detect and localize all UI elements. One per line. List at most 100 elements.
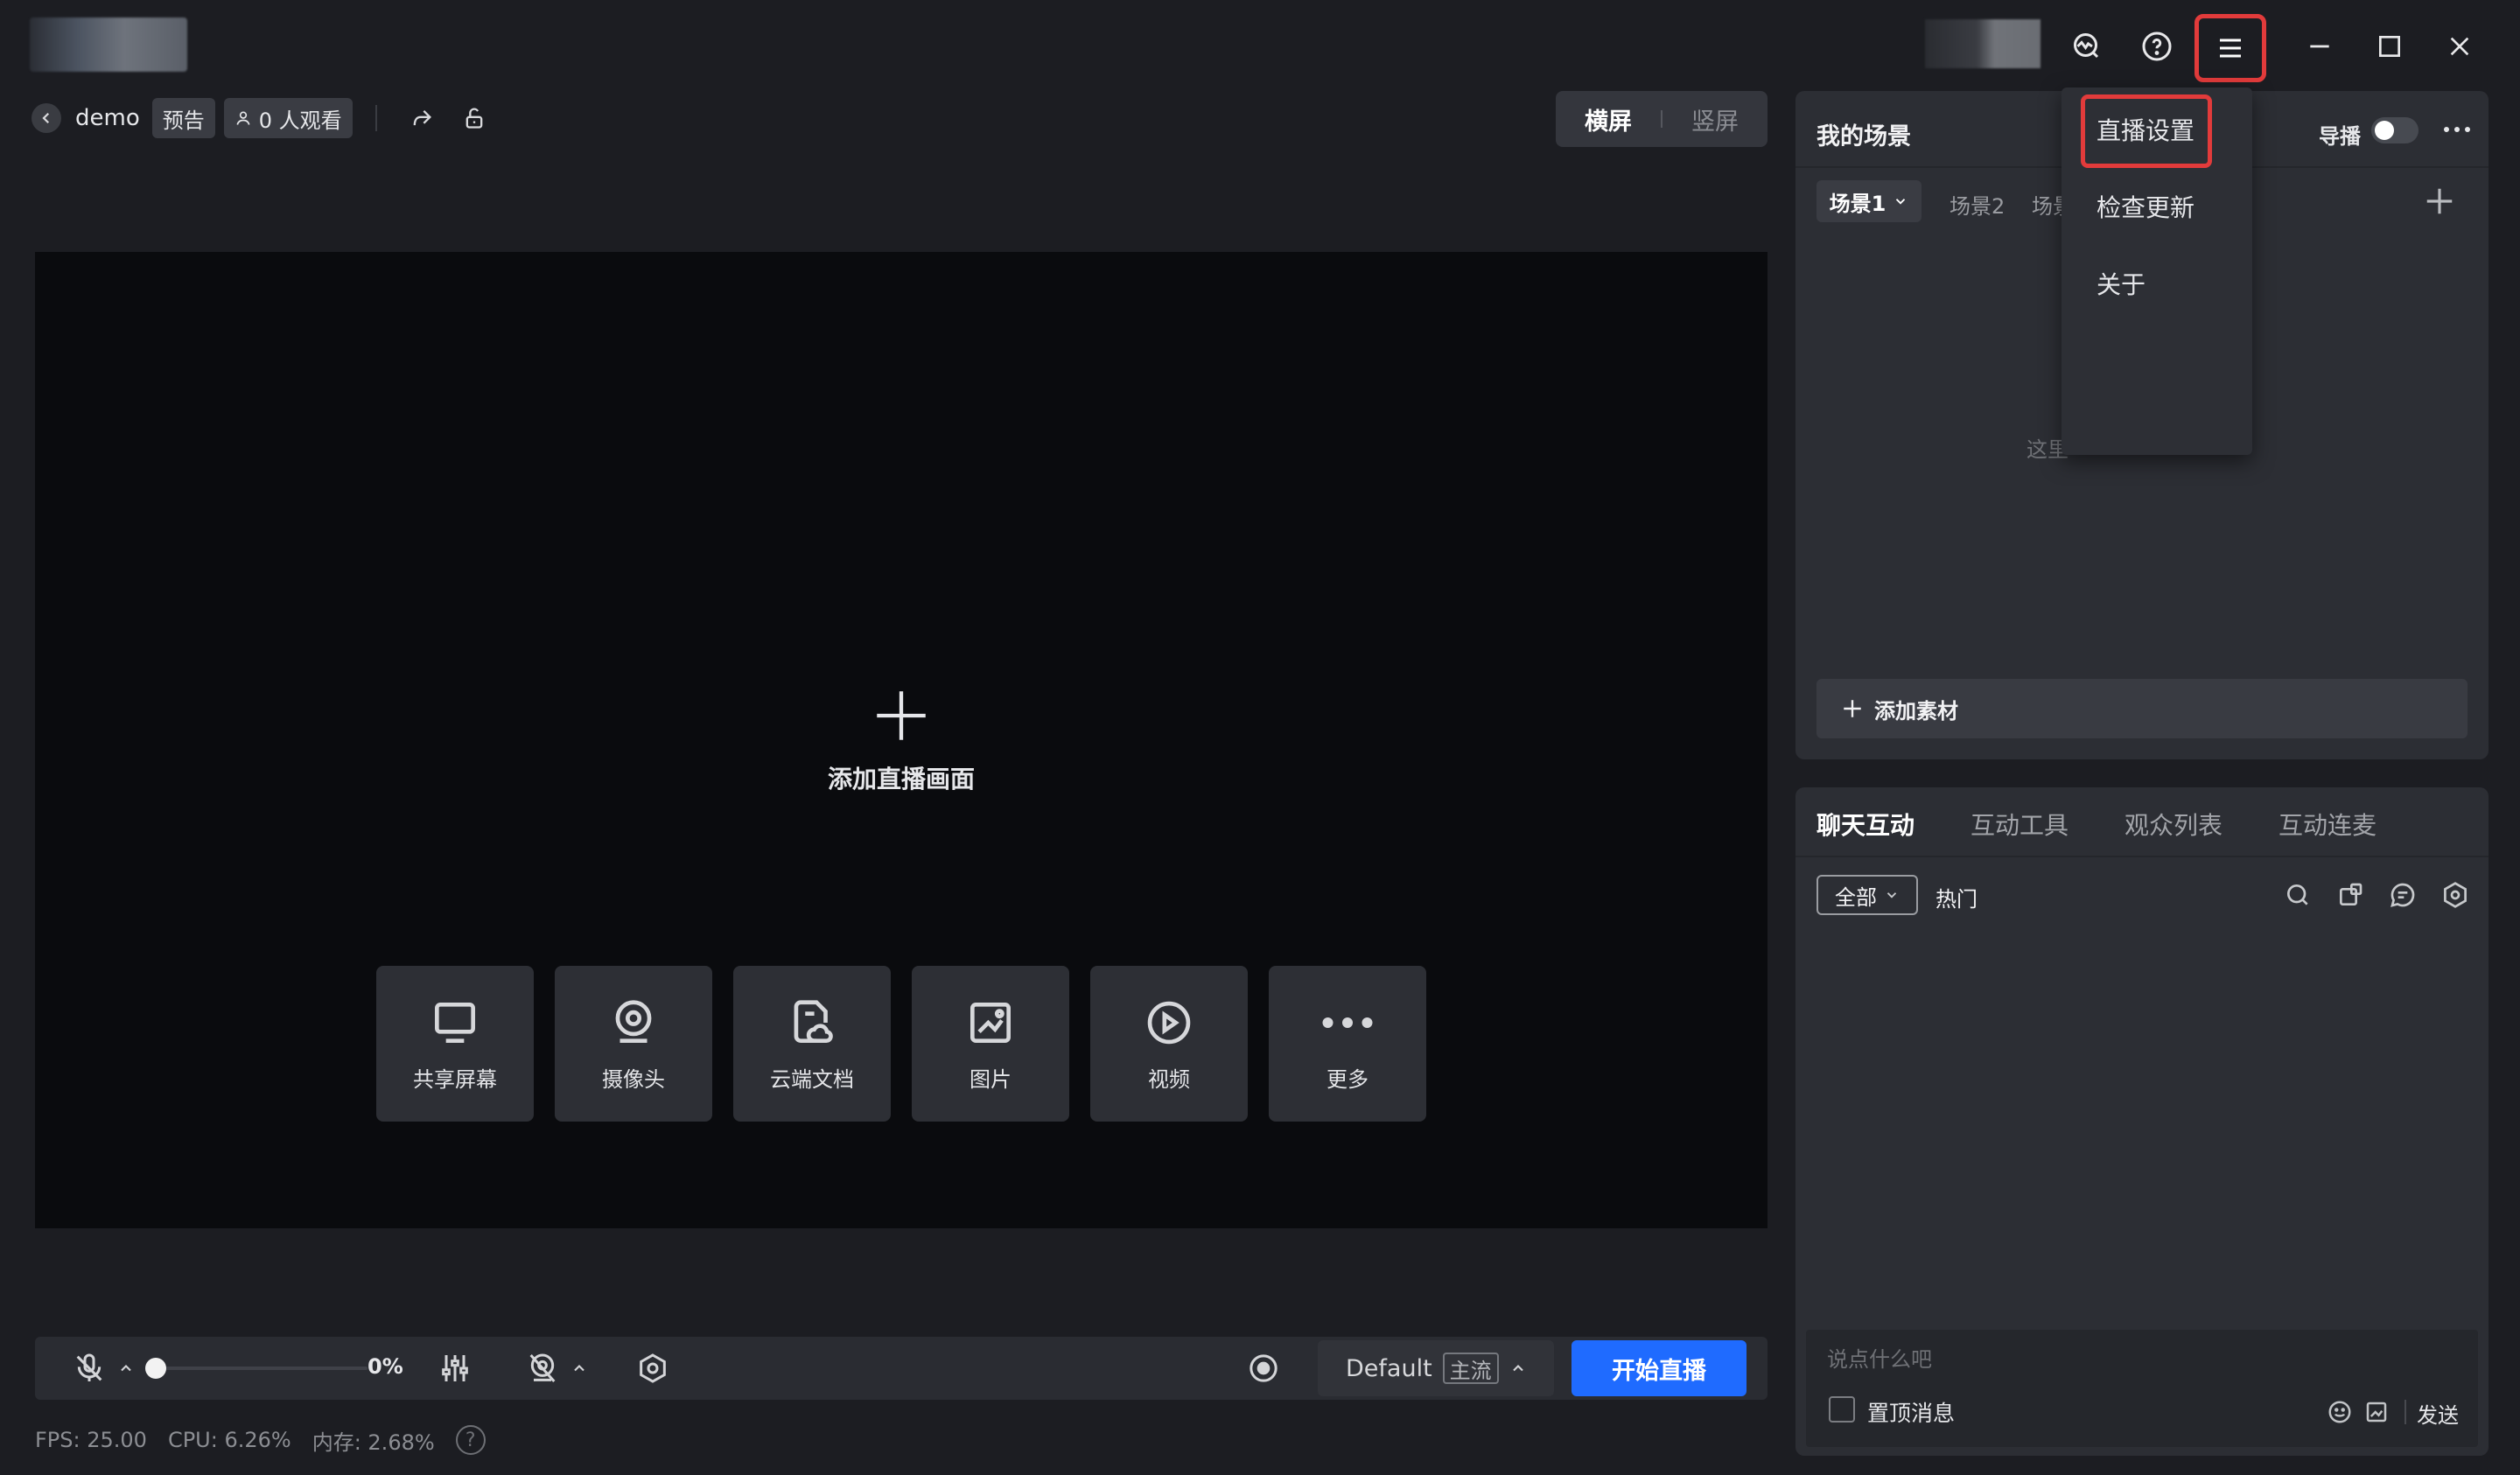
cloud-document-label: 云端文档 — [770, 1066, 854, 1092]
maximize-icon[interactable] — [2361, 17, 2418, 75]
more-dots-icon — [1322, 1017, 1373, 1028]
camera-off-icon[interactable] — [522, 1347, 564, 1389]
send-button[interactable]: 发送 — [2417, 1398, 2459, 1429]
menu-item-live-settings[interactable]: 直播设置 — [2062, 94, 2252, 168]
room-name: demo — [75, 105, 140, 131]
volume-slider-handle[interactable] — [145, 1358, 166, 1379]
highlight-box — [2081, 94, 2212, 168]
cloud-document-button[interactable]: 云端文档 — [733, 966, 891, 1122]
stream-tag: 主流 — [1442, 1353, 1499, 1384]
volume-slider-track[interactable] — [158, 1367, 368, 1370]
plus-icon — [877, 691, 926, 740]
scene-tab-2[interactable]: 场景2 — [1950, 189, 2005, 220]
add-live-scene-label: 添加直播画面 — [827, 765, 975, 793]
plus-icon — [2426, 188, 2453, 214]
chevron-up-icon — [1512, 1365, 1523, 1372]
popout-window-icon[interactable] — [2329, 875, 2371, 915]
chevron-down-icon — [1896, 199, 1906, 205]
mixer-settings-icon[interactable] — [434, 1347, 476, 1389]
scene-panel-title: 我的场景 — [1816, 123, 1911, 150]
unlock-icon[interactable] — [452, 96, 496, 140]
divider — [2404, 1400, 2406, 1424]
memory-readout: 内存: 2.68% — [312, 1430, 435, 1455]
camera-label: 摄像头 — [602, 1066, 665, 1092]
record-icon[interactable] — [1242, 1347, 1284, 1389]
emoji-icon[interactable] — [2324, 1396, 2356, 1428]
status-badge-label: 预告 — [162, 108, 205, 133]
mic-muted-icon[interactable] — [70, 1349, 108, 1388]
plus-icon — [1844, 700, 1861, 717]
add-material-label: 添加素材 — [1874, 698, 1958, 724]
tab-landscape[interactable]: 横屏 — [1556, 102, 1661, 136]
message-icon[interactable] — [2382, 875, 2424, 915]
image-icon — [970, 1002, 1011, 1043]
chat-filter-value: 全部 — [1835, 884, 1877, 910]
user-icon — [236, 111, 250, 125]
tab-chat[interactable]: 聊天互动 — [1816, 807, 1914, 842]
start-live-button[interactable]: 开始直播 — [1572, 1340, 1746, 1396]
tab-audience-list[interactable]: 观众列表 — [2124, 807, 2222, 842]
video-button[interactable]: 视频 — [1090, 966, 1248, 1122]
monitor-icon — [435, 1002, 475, 1043]
menu-item-check-update[interactable]: 检查更新 — [2062, 171, 2252, 241]
menu-item-about[interactable]: 关于 — [2062, 248, 2252, 318]
chat-input[interactable] — [1827, 1342, 2352, 1377]
camera-button[interactable]: 摄像头 — [555, 966, 712, 1122]
divider — [374, 105, 377, 131]
more-options-icon[interactable] — [2436, 112, 2478, 147]
scene-tab-1[interactable]: 场景1 — [1816, 180, 1922, 222]
settings-icon[interactable] — [2434, 875, 2476, 915]
pin-message-label: 置顶消息 — [1867, 1401, 1956, 1426]
main-menu-dropdown: 直播设置 检查更新 关于 — [2062, 87, 2252, 455]
status-bar: FPS: 25.00 CPU: 6.26% 内存: 2.68% ? — [35, 1424, 486, 1456]
tab-interactive-tools[interactable]: 互动工具 — [1970, 807, 2068, 842]
volume-value: 0% — [368, 1354, 403, 1379]
hot-filter[interactable]: 热门 — [1936, 882, 1978, 912]
performance-monitor-icon[interactable] — [2058, 17, 2116, 75]
help-icon[interactable] — [2128, 17, 2186, 75]
chat-panel: 聊天互动 互动工具 观众列表 互动连麦 全部 热门 置顶消息 发送 — [1796, 787, 2488, 1456]
chevron-up-icon[interactable] — [114, 1356, 138, 1381]
room-header: demo 预告 0 人观看 — [32, 96, 496, 140]
chat-filter-select[interactable]: 全部 — [1816, 875, 1918, 915]
webcam-icon — [615, 999, 652, 1043]
add-material-button[interactable]: 添加素材 — [1816, 679, 2468, 738]
search-icon[interactable] — [2277, 875, 2319, 915]
pin-message-checkbox[interactable] — [1829, 1396, 1855, 1423]
viewer-count-badge[interactable]: 0 人观看 — [223, 98, 353, 138]
orientation-switch[interactable]: 横屏 竖屏 — [1556, 91, 1768, 147]
more-sources-label: 更多 — [1326, 1066, 1368, 1092]
minimize-icon[interactable] — [2291, 17, 2348, 75]
tab-co-host[interactable]: 互动连麦 — [2278, 807, 2376, 842]
chevron-down-icon — [1886, 892, 1897, 898]
more-sources-button[interactable]: 更多 — [1269, 966, 1426, 1122]
video-label: 视频 — [1148, 1066, 1190, 1092]
share-icon[interactable] — [400, 96, 444, 140]
share-screen-label: 共享屏幕 — [413, 1066, 497, 1092]
image-icon[interactable] — [2361, 1396, 2392, 1428]
add-live-scene-button[interactable]: 添加直播画面 — [779, 674, 1024, 805]
stream-name: Default — [1346, 1354, 1432, 1382]
cloud-document-icon — [794, 999, 833, 1043]
stream-select[interactable]: Default 主流 — [1318, 1340, 1554, 1396]
beauty-settings-icon[interactable] — [632, 1347, 674, 1389]
close-icon[interactable] — [2431, 17, 2488, 75]
back-button[interactable] — [32, 103, 61, 133]
menu-item-label: 检查更新 — [2096, 193, 2195, 222]
director-toggle[interactable] — [2371, 117, 2418, 143]
tab-portrait[interactable]: 竖屏 — [1662, 102, 1768, 136]
cpu-readout: CPU: 6.26% — [167, 1428, 291, 1452]
app-logo — [30, 17, 187, 72]
viewer-count: 0 人观看 — [258, 108, 342, 133]
add-scene-button[interactable] — [2418, 180, 2460, 222]
video-play-icon — [1147, 1001, 1191, 1044]
help-icon[interactable]: ? — [455, 1425, 486, 1455]
user-avatar[interactable] — [1925, 19, 2040, 68]
share-screen-button[interactable]: 共享屏幕 — [376, 966, 534, 1122]
menu-button[interactable] — [2194, 14, 2266, 82]
image-button[interactable]: 图片 — [912, 966, 1069, 1122]
menu-item-label: 关于 — [2096, 270, 2146, 299]
chevron-up-icon[interactable] — [567, 1356, 592, 1381]
divider — [1796, 856, 2488, 857]
fps-readout: FPS: 25.00 — [35, 1428, 147, 1452]
